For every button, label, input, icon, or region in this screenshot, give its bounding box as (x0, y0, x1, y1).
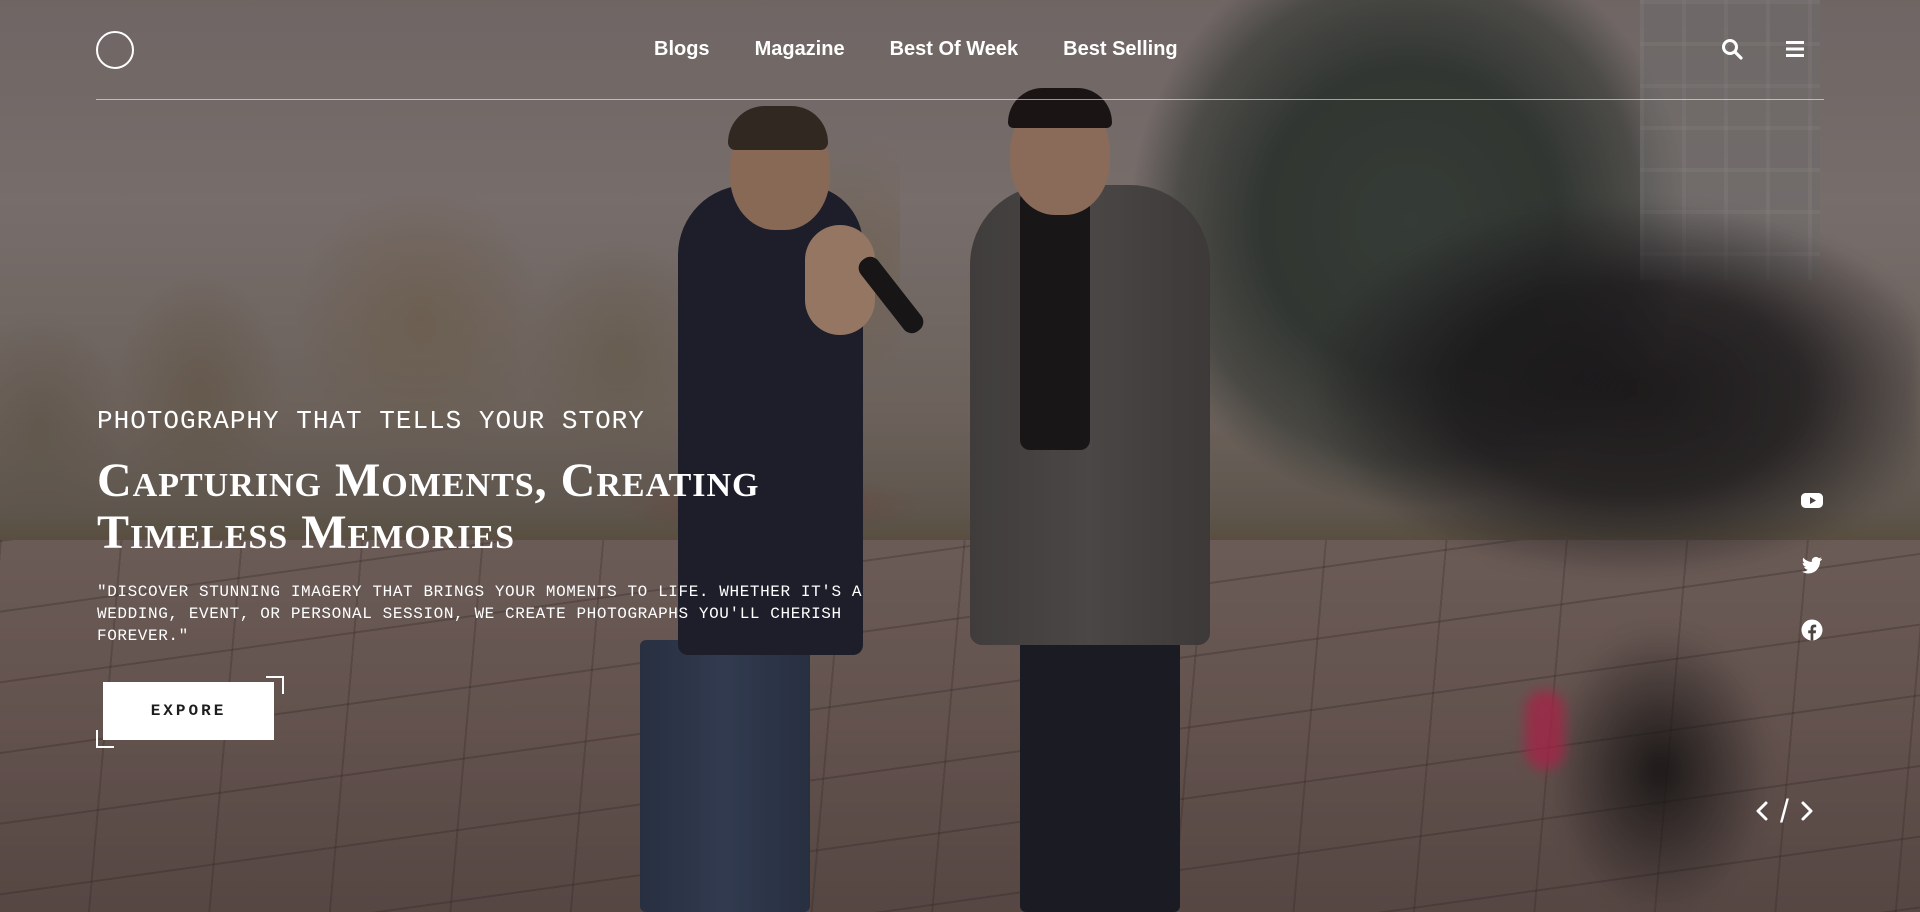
nav-item-blogs[interactable]: Blogs (654, 37, 710, 61)
nav-item-best-of-week[interactable]: Best Of Week (890, 37, 1019, 61)
chevron-right-icon[interactable] (1797, 799, 1817, 823)
chevron-left-icon[interactable] (1752, 799, 1772, 823)
social-links (1800, 488, 1826, 683)
explore-button-frame: EXPORE (96, 676, 284, 748)
main-nav: Blogs Magazine Best Of Week Best Selling (654, 37, 1178, 61)
youtube-icon[interactable] (1800, 488, 1824, 512)
nav-item-best-selling[interactable]: Best Selling (1063, 37, 1177, 61)
hero-eyebrow: PHOTOGRAPHY THAT TELLS YOUR STORY (97, 406, 645, 436)
circle-logo-icon[interactable] (96, 31, 134, 69)
hero-section: Blogs Magazine Best Of Week Best Selling… (0, 0, 1920, 912)
facebook-icon[interactable] (1800, 618, 1824, 642)
search-icon[interactable] (1720, 37, 1744, 61)
twitter-icon[interactable] (1800, 553, 1824, 577)
slider-separator: / (1780, 793, 1789, 829)
explore-button[interactable]: EXPORE (103, 682, 274, 740)
hero-description: "Discover stunning imagery that brings y… (97, 583, 863, 645)
hero-content: PHOTOGRAPHY THAT TELLS YOUR STORY Captur… (97, 405, 917, 647)
nav-item-magazine[interactable]: Magazine (755, 37, 845, 61)
hero-headline: Capturing Moments, Creating Timeless Mem… (97, 454, 760, 559)
site-header: Blogs Magazine Best Of Week Best Selling (96, 0, 1824, 100)
slider-nav: / (1752, 795, 1817, 827)
hamburger-menu-icon[interactable] (1783, 37, 1807, 61)
